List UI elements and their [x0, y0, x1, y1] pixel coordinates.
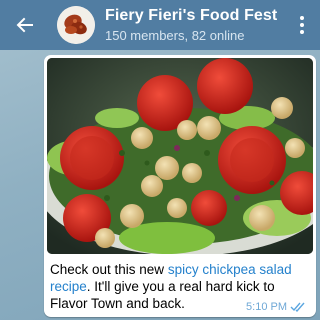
back-arrow-icon	[16, 17, 33, 33]
group-subtitle: 150 members, 82 online	[105, 28, 245, 43]
group-title[interactable]: Fiery Fieri's Food Fest	[105, 7, 277, 25]
double-check-icon	[290, 302, 305, 312]
more-options-button[interactable]	[294, 13, 310, 37]
more-vert-icon	[300, 16, 304, 20]
group-avatar[interactable]	[57, 6, 95, 44]
message-meta: 5:10 PM	[246, 301, 306, 313]
back-button[interactable]	[12, 12, 38, 38]
chicken-wing-icon	[57, 6, 95, 44]
chat-header: Fiery Fieri's Food Fest 150 members, 82 …	[0, 0, 320, 50]
salad-photo[interactable]	[47, 58, 313, 254]
message-time: 5:10 PM	[246, 301, 287, 313]
message-bubble[interactable]: Check out this new spicy chickpea salad …	[44, 55, 316, 317]
message-text-before: Check out this new	[50, 262, 168, 277]
